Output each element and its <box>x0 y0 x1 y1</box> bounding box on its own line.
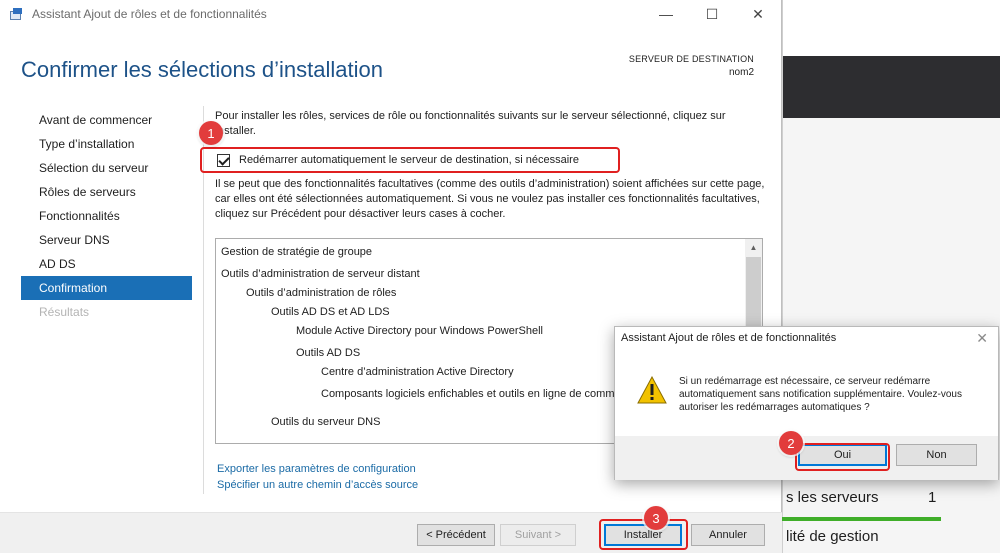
optional-features-note: Il se peut que des fonctionnalités facul… <box>215 178 765 220</box>
status-green-bar <box>770 517 941 521</box>
previous-button[interactable]: < Précédent <box>417 524 495 546</box>
background-dark-banner <box>783 56 1000 118</box>
next-button: Suivant > <box>500 524 576 546</box>
nav-item-ad-ds[interactable]: AD DS <box>21 252 192 276</box>
list-item: Outils d’administration de serveur dista… <box>221 268 420 280</box>
minimize-icon[interactable]: — <box>643 0 689 28</box>
warning-icon <box>637 376 667 404</box>
nav-item-server-roles[interactable]: Rôles de serveurs <box>21 180 192 204</box>
list-item: Outils d’administration de rôles <box>246 287 397 299</box>
no-button[interactable]: Non <box>896 444 977 466</box>
cancel-button[interactable]: Annuler <box>691 524 765 546</box>
nav-item-before-you-begin[interactable]: Avant de commencer <box>21 108 192 132</box>
maximize-icon[interactable]: ☐ <box>689 0 735 28</box>
yes-button[interactable]: Oui <box>798 444 887 466</box>
server-manager-icon <box>10 7 24 21</box>
title-bar: Assistant Ajout de rôles et de fonctionn… <box>0 0 781 28</box>
dialog-close-icon[interactable]: ✕ <box>976 330 988 347</box>
list-item: Centre d’administration Active Directory <box>321 366 514 378</box>
nav-item-server-selection[interactable]: Sélection du serveur <box>21 156 192 180</box>
list-item: Gestion de stratégie de groupe <box>221 246 373 258</box>
wizard-nav: Avant de commencer Type d’installation S… <box>21 108 192 324</box>
export-settings-link[interactable]: Exporter les paramètres de configuration <box>217 463 416 475</box>
list-item: Outils AD DS <box>296 347 361 359</box>
background-top <box>783 0 1000 56</box>
nav-item-installation-type[interactable]: Type d’installation <box>21 132 192 156</box>
destination-server-label: SERVEUR DE DESTINATION <box>628 54 754 64</box>
management-label[interactable]: lité de gestion <box>786 528 879 545</box>
scroll-up-icon[interactable]: ▲ <box>745 239 762 256</box>
close-icon[interactable]: ✕ <box>735 0 781 28</box>
list-item: Outils du serveur DNS <box>271 416 381 428</box>
all-servers-count: 1 <box>928 489 937 506</box>
dialog-title: Assistant Ajout de rôles et de fonctionn… <box>621 332 837 344</box>
all-servers-label[interactable]: s les serveurs <box>786 489 879 506</box>
install-button[interactable]: Installer <box>604 524 682 546</box>
dialog-footer: Oui Non <box>615 436 998 480</box>
step-badge-1: 1 <box>199 121 223 145</box>
step-badge-2: 2 <box>779 431 803 455</box>
nav-item-dns-server[interactable]: Serveur DNS <box>21 228 192 252</box>
dialog-body: Si un redémarrage est nécessaire, ce ser… <box>615 356 998 436</box>
nav-item-confirmation[interactable]: Confirmation <box>21 276 192 300</box>
intro-text: Pour installer les rôles, services de rô… <box>215 110 726 137</box>
restart-checkbox-row[interactable]: Redémarrer automatiquement le serveur de… <box>217 152 579 168</box>
window-title: Assistant Ajout de rôles et de fonctionn… <box>32 7 267 21</box>
alternate-source-link[interactable]: Spécifier un autre chemin d’accès source <box>217 479 418 491</box>
nav-item-results: Résultats <box>39 305 90 319</box>
nav-item-features[interactable]: Fonctionnalités <box>21 204 192 228</box>
nav-divider <box>203 106 204 494</box>
page-header: Confirmer les sélections d’installation … <box>0 28 781 100</box>
restart-checkbox-label[interactable]: Redémarrer automatiquement le serveur de… <box>239 154 579 166</box>
restart-checkbox[interactable] <box>217 153 230 167</box>
step-badge-3: 3 <box>644 506 668 530</box>
restart-confirmation-dialog: Assistant Ajout de rôles et de fonctionn… <box>614 326 999 480</box>
list-item: Outils AD DS et AD LDS <box>271 306 390 318</box>
dialog-message: Si un redémarrage est nécessaire, ce ser… <box>679 376 962 413</box>
window-controls: — ☐ ✕ <box>643 0 781 28</box>
page-title: Confirmer les sélections d’installation <box>21 57 383 82</box>
destination-server-name: nom2 <box>728 67 754 78</box>
list-item: Module Active Directory pour Windows Pow… <box>296 325 543 337</box>
